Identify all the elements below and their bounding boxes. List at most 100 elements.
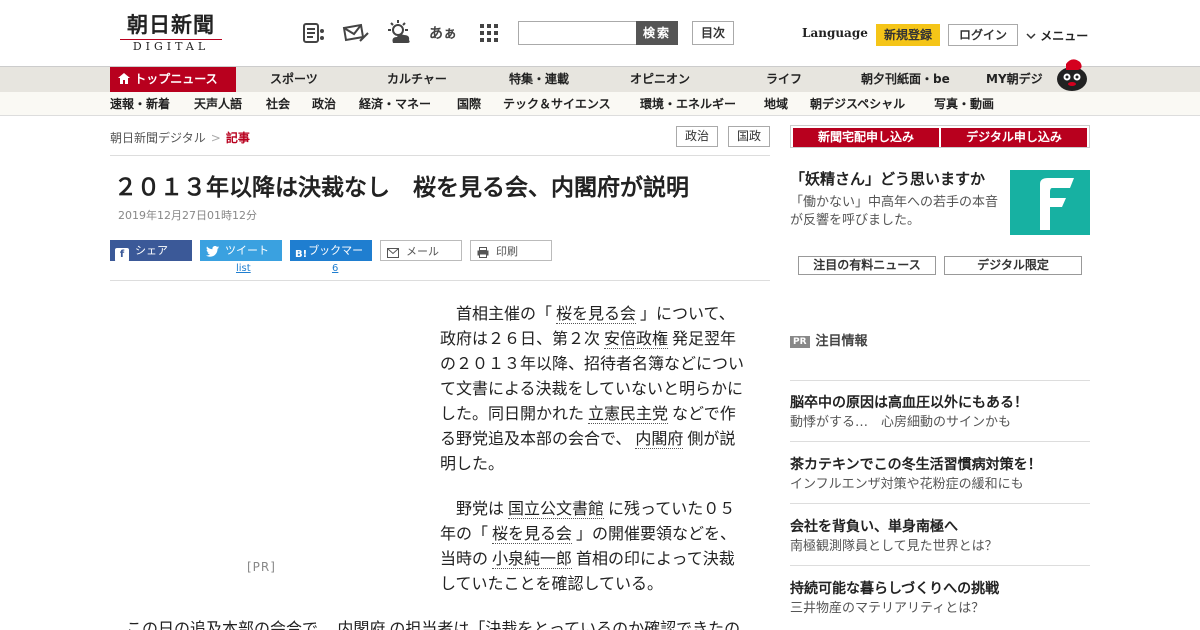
subscribe-digital-button[interactable]: デジタル申し込み — [941, 128, 1087, 147]
main-nav: トップニュース スポーツ カルチャー 特集・連載 オピニオン ライフ 朝夕刊紙面… — [0, 66, 1200, 92]
article-paragraph: 野党は 国立公文書館 に残っていた０５年の「 桜を見る会 」の開催要領などを、当時の 小泉… — [440, 496, 750, 596]
list-item-sub: 三井物産のマテリアリティとは？ — [790, 601, 985, 616]
divider — [790, 380, 1090, 381]
search-button[interactable]: 検索 — [636, 21, 678, 45]
keyword-link[interactable]: 内閣府 — [337, 619, 386, 630]
divider — [790, 441, 1090, 442]
nav2-latest[interactable]: 速報・新着 — [110, 92, 170, 116]
text: の担当者は「決裁をとっているのか確認できたの — [389, 619, 741, 630]
weather-icon[interactable] — [384, 18, 414, 48]
divider — [110, 280, 770, 281]
nav2-society[interactable]: 社会 — [266, 92, 290, 116]
logo-main: 朝日新聞 — [127, 12, 215, 37]
ad-text[interactable]: 「働かない」中高年への若手の本音が反響を呼びました。 — [790, 194, 1004, 230]
site-logo[interactable]: 朝日新聞 DIGITAL — [112, 12, 230, 56]
hatena-bookmark-button[interactable]: B!ブックマーク — [290, 240, 372, 279]
keyword-link[interactable]: 国立公文書館 — [508, 499, 605, 519]
page-title: ２０１３年以降は決裁なし 桜を見る会、内閣府が説明 — [114, 175, 689, 201]
keyword-link[interactable]: 内閣府 — [635, 429, 684, 449]
nav2-economy[interactable]: 経済・マネー — [359, 92, 431, 116]
nav2-region[interactable]: 地域 — [764, 92, 788, 116]
breadcrumb-separator: > — [210, 131, 221, 145]
nav2-environment[interactable]: 環境・エネルギー — [640, 92, 736, 116]
twitter-share-label: ツイート — [225, 244, 269, 257]
print-label: 印刷 — [496, 245, 518, 258]
login-button[interactable]: ログイン — [948, 24, 1018, 46]
font-size-icon[interactable]: あぁ — [428, 18, 458, 48]
twitter-icon — [205, 246, 219, 260]
nav-features[interactable]: 特集・連載 — [509, 67, 569, 92]
keyword-link[interactable]: 立憲民主党 — [588, 404, 669, 424]
ad-headline[interactable]: 「妖精さん」どう思いますか — [790, 168, 985, 189]
article-date: 2019年12月27日01時12分 — [118, 209, 257, 222]
text: 首相主催の「 — [440, 304, 553, 323]
list-item-headline: 茶カテキンでこの冬生活習慣病対策を！ — [790, 457, 1042, 473]
notice-label: 注目情報 — [815, 334, 868, 349]
nav-culture[interactable]: カルチャー — [387, 67, 447, 92]
ad-image[interactable] — [1010, 170, 1090, 235]
mail-icon[interactable] — [340, 18, 370, 48]
search-input[interactable] — [518, 21, 638, 45]
pr-badge: PR — [790, 336, 810, 348]
list-item[interactable]: 茶カテキンでこの冬生活習慣病対策を！ インフルエンザ対策や花粉症の緩和にも — [790, 456, 1090, 496]
list-item[interactable]: 脳卒中の原因は高血圧以外にもある！ 動悸がする… 心房細動のサインかも — [790, 394, 1090, 434]
nav2-tensei[interactable]: 天声人語 — [194, 92, 242, 116]
menu-label: メニュー — [1040, 29, 1089, 43]
text: 野党は — [440, 499, 505, 518]
mascot-icon[interactable] — [1054, 56, 1090, 92]
grid-menu-icon[interactable] — [474, 18, 504, 48]
nav2-tech[interactable]: テック＆サイエンス — [503, 92, 611, 116]
divider — [110, 155, 770, 156]
pr-label: [PR] — [247, 560, 276, 574]
tag-national[interactable]: 国政 — [728, 126, 770, 147]
nav2-politics[interactable]: 政治 — [312, 92, 336, 116]
toc-button[interactable]: 目次 — [692, 21, 734, 45]
keyword-link[interactable]: 桜を見る会 — [492, 524, 573, 544]
facebook-icon: f — [115, 248, 129, 262]
nav2-international[interactable]: 国際 — [457, 92, 481, 116]
breadcrumb-current: 記事 — [225, 131, 250, 145]
nav2-special[interactable]: 朝デジスペシャル — [810, 92, 905, 116]
paper-icon[interactable] — [299, 18, 329, 48]
notice-heading: PR 注目情報 — [790, 330, 868, 349]
print-button[interactable]: 印刷 — [470, 240, 552, 261]
language-link[interactable]: Language — [802, 26, 868, 40]
article-paragraph: この日の追及本部の会合で、 内閣府 の担当者は「決裁をとっているのか確認できたの — [126, 616, 766, 630]
facebook-share-label: シェア — [135, 244, 168, 257]
hatena-count[interactable]: 6 — [332, 263, 338, 274]
menu-button[interactable]: メニュー — [1026, 27, 1088, 44]
chevron-down-icon — [1026, 29, 1036, 43]
list-item[interactable]: 持続可能な暮らしづくりへの挑戦 三井物産のマテリアリティとは？ — [790, 580, 1090, 620]
logo-sub: DIGITAL — [120, 39, 222, 54]
text: この日の追及本部の会合で、 — [126, 619, 334, 630]
keyword-link[interactable]: 小泉純一郎 — [492, 549, 573, 569]
mail-share-button[interactable]: メール — [380, 240, 462, 261]
keyword-link[interactable]: 桜を見る会 — [556, 304, 637, 324]
nav-my-asahi[interactable]: MY朝デジ — [986, 67, 1043, 92]
divider — [790, 565, 1090, 566]
subscribe-paper-button[interactable]: 新聞宅配申し込み — [793, 128, 939, 147]
nav-life[interactable]: ライフ — [766, 67, 802, 92]
signup-button[interactable]: 新規登録 — [876, 24, 940, 46]
keyword-link[interactable]: 安倍政権 — [604, 329, 669, 349]
tag-politics[interactable]: 政治 — [676, 126, 718, 147]
list-item[interactable]: 会社を背負い、単身南極へ 南極観測隊員として見た世界とは？ — [790, 518, 1090, 558]
tab-digital-only[interactable]: デジタル限定 — [944, 256, 1082, 275]
twitter-share-button[interactable]: ツイート — [200, 240, 282, 261]
tab-featured-paid[interactable]: 注目の有料ニュース — [798, 256, 936, 275]
list-item-headline: 会社を背負い、単身南極へ — [790, 519, 958, 535]
breadcrumb: 朝日新聞デジタル > 記事 — [110, 129, 250, 146]
breadcrumb-home[interactable]: 朝日新聞デジタル — [110, 131, 206, 145]
nav-top-news[interactable]: トップニュース — [110, 67, 236, 92]
list-item-sub: 南極観測隊員として見た世界とは？ — [790, 539, 998, 554]
hatena-icon: B! — [295, 249, 308, 260]
home-icon — [118, 72, 130, 86]
list-item-headline: 持続可能な暮らしづくりへの挑戦 — [790, 581, 1000, 597]
nav2-photo-video[interactable]: 写真・動画 — [934, 92, 994, 116]
list-item-sub: インフルエンザ対策や花粉症の緩和にも — [790, 477, 1024, 492]
nav-paper-be[interactable]: 朝夕刊紙面・be — [861, 67, 950, 92]
facebook-share-button[interactable]: f シェア — [110, 240, 192, 262]
nav-opinion[interactable]: オピニオン — [630, 67, 690, 92]
twitter-count[interactable]: list — [236, 263, 251, 274]
nav-sports[interactable]: スポーツ — [270, 67, 318, 92]
